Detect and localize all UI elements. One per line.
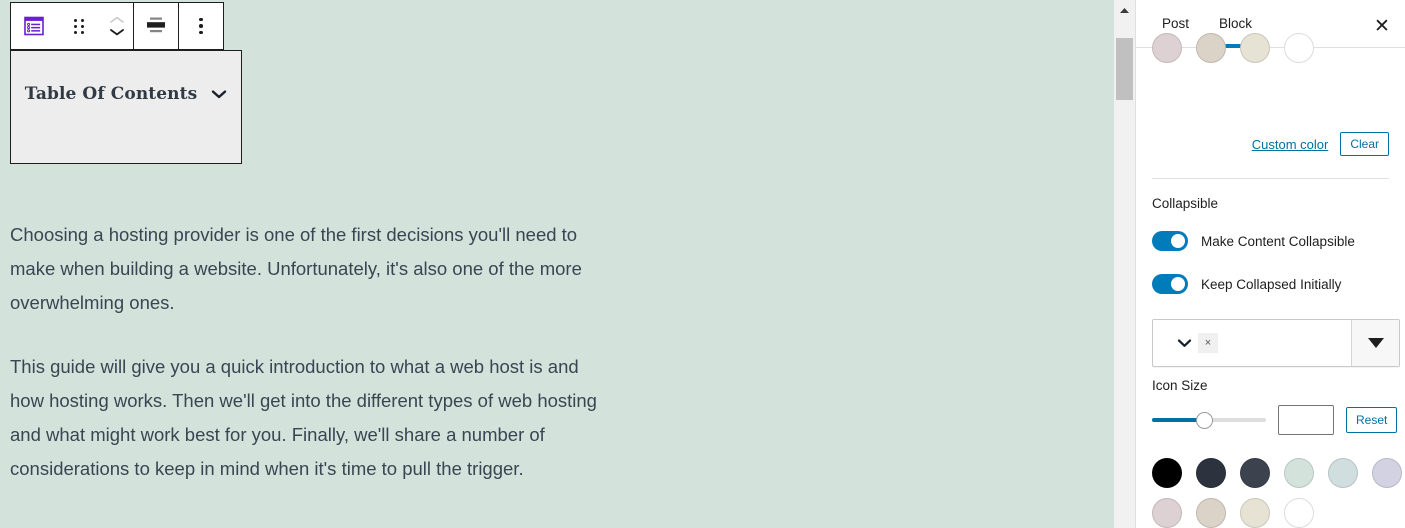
color-swatch[interactable] <box>1240 458 1270 488</box>
icon-size-label: Icon Size <box>1152 378 1208 393</box>
color-swatch[interactable] <box>1372 458 1402 488</box>
table-of-contents-icon <box>22 14 46 38</box>
icon-select-token-area[interactable]: × <box>1153 320 1351 366</box>
icon-select-dropdown-button[interactable] <box>1351 320 1399 366</box>
color-palette-bottom <box>1152 458 1402 528</box>
palette-top-actions: Custom color Clear <box>1152 132 1389 156</box>
toc-block-inner: Table Of Contents <box>25 84 228 104</box>
drag-dots-icon <box>74 18 84 34</box>
section-divider <box>1152 178 1389 179</box>
slider-fill <box>1152 418 1202 422</box>
block-toolbar <box>10 2 224 50</box>
color-swatch[interactable] <box>1196 498 1226 528</box>
vertical-dots-icon <box>199 17 203 35</box>
chevron-down-icon[interactable] <box>211 89 227 99</box>
make-content-collapsible-label: Make Content Collapsible <box>1201 233 1355 249</box>
block-toolbar-group-left <box>11 3 133 49</box>
color-swatch[interactable] <box>1240 33 1270 63</box>
color-swatch[interactable] <box>1284 458 1314 488</box>
keep-collapsed-initially-toggle[interactable] <box>1152 274 1188 294</box>
make-content-collapsible-toggle[interactable] <box>1152 231 1188 251</box>
chevron-down-icon <box>1177 338 1192 348</box>
close-sidebar-button[interactable]: ✕ <box>1367 11 1397 41</box>
canvas-scrollbar[interactable] <box>1114 0 1135 528</box>
paragraph-block[interactable]: This guide will give you a quick introdu… <box>10 350 610 486</box>
table-of-contents-block[interactable]: Table Of Contents <box>10 50 242 164</box>
caret-down-icon <box>1367 338 1384 348</box>
chevron-up-down-icon <box>110 16 124 36</box>
color-swatch[interactable] <box>1152 33 1182 63</box>
editor-window: Table Of Contents Choosing a hosting pro… <box>0 0 1405 528</box>
icon-select[interactable]: × <box>1152 319 1400 367</box>
toggle-row-keep-collapsed: Keep Collapsed Initially <box>1152 274 1341 294</box>
color-swatch[interactable] <box>1284 498 1314 528</box>
color-palette-row-2 <box>1152 498 1402 528</box>
paragraph-block[interactable]: Choosing a hosting provider is one of th… <box>10 218 610 320</box>
color-swatch[interactable] <box>1152 498 1182 528</box>
block-type-button[interactable] <box>11 3 57 49</box>
align-center-icon <box>145 16 167 37</box>
color-swatch[interactable] <box>1152 458 1182 488</box>
keep-collapsed-initially-label: Keep Collapsed Initially <box>1201 276 1342 292</box>
color-swatch[interactable] <box>1240 498 1270 528</box>
slider-thumb[interactable] <box>1196 412 1213 429</box>
move-block-button[interactable] <box>101 3 133 49</box>
color-swatch[interactable] <box>1284 33 1314 63</box>
block-settings-sidebar: Post Block ✕ Custom color Clear Collapsi… <box>1135 0 1405 528</box>
collapsible-section-title: Collapsible <box>1152 196 1219 211</box>
scrollbar-thumb[interactable] <box>1116 38 1133 100</box>
icon-size-reset-button[interactable]: Reset <box>1346 407 1398 433</box>
icon-size-controls: Reset <box>1152 405 1398 435</box>
color-swatch[interactable] <box>1196 458 1226 488</box>
color-swatch[interactable] <box>1196 33 1226 63</box>
icon-size-input[interactable] <box>1278 405 1334 435</box>
color-palette-top <box>1152 33 1314 63</box>
sidebar-body: Custom color Clear Collapsible Make Cont… <box>1136 33 1405 528</box>
toggle-knob <box>1171 234 1185 248</box>
scroll-up-button[interactable] <box>1114 0 1135 20</box>
toc-title: Table Of Contents <box>24 84 198 104</box>
custom-color-link[interactable]: Custom color <box>1252 137 1329 152</box>
color-palette-row-1 <box>1152 458 1402 488</box>
drag-handle-button[interactable] <box>57 3 101 49</box>
icon-size-slider[interactable] <box>1152 408 1266 432</box>
close-icon: ✕ <box>1374 15 1390 37</box>
editor-canvas: Table Of Contents Choosing a hosting pro… <box>0 0 1114 528</box>
more-options-button[interactable] <box>179 3 223 49</box>
toggle-row-make-collapsible: Make Content Collapsible <box>1152 231 1355 251</box>
align-button[interactable] <box>134 3 178 49</box>
color-swatch[interactable] <box>1328 458 1358 488</box>
toggle-knob <box>1171 277 1185 291</box>
remove-icon-button[interactable]: × <box>1198 333 1218 353</box>
block-toolbar-group-more <box>179 3 223 49</box>
block-toolbar-group-align <box>134 3 178 49</box>
triangle-up-icon <box>1119 1 1130 19</box>
clear-color-button[interactable]: Clear <box>1340 132 1389 156</box>
